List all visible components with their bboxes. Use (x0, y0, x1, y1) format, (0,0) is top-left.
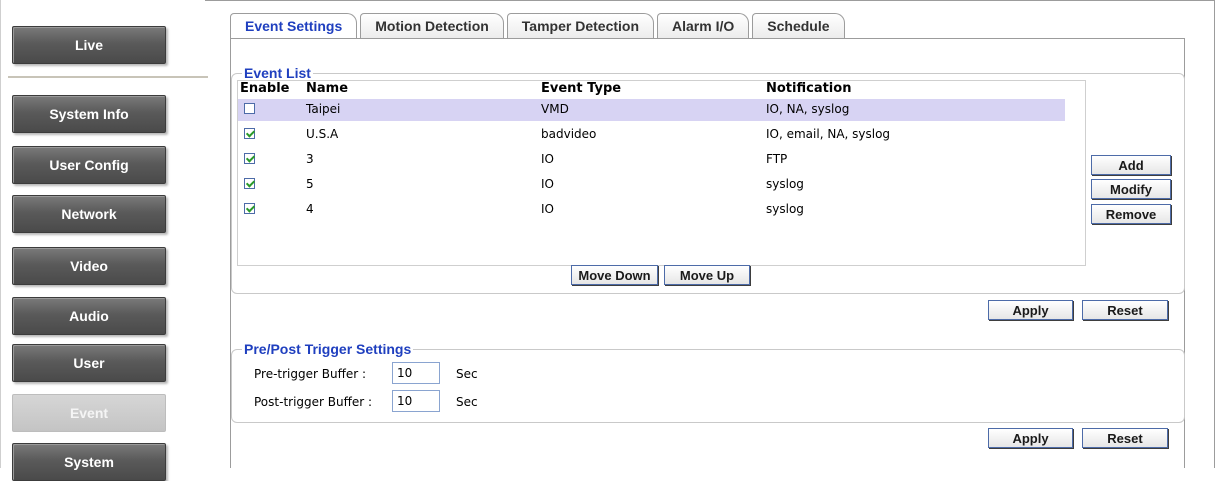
table-row[interactable]: 5 IO syslog (238, 174, 1065, 196)
pre-trigger-input[interactable]: 10 (392, 362, 440, 384)
add-button[interactable]: Add (1091, 155, 1171, 175)
post-trigger-unit: Sec (456, 395, 478, 409)
trigger-settings-group: Pre/Post Trigger Settings Pre-trigger Bu… (231, 341, 1185, 423)
main-panel: Event Settings Motion Detection Tamper D… (205, 0, 1215, 468)
tab-schedule[interactable]: Schedule (752, 13, 845, 38)
left-border (0, 0, 1, 468)
pre-trigger-unit: Sec (456, 367, 478, 381)
reset-button[interactable]: Reset (1082, 300, 1168, 320)
nav-live-button[interactable]: Live (12, 26, 166, 64)
table-row[interactable]: U.S.A badvideo IO, email, NA, syslog (238, 124, 1065, 146)
row-notification: FTP (766, 152, 788, 166)
pre-trigger-label: Pre-trigger Buffer : (254, 367, 367, 381)
enable-checkbox[interactable] (244, 153, 255, 164)
nav-user-button[interactable]: User (12, 344, 166, 382)
nav-divider (8, 76, 208, 78)
nav-system-info-button[interactable]: System Info (12, 95, 166, 133)
nav-event-button[interactable]: Event (12, 394, 166, 432)
row-notification: IO, NA, syslog (766, 102, 850, 116)
event-list-group: Event List Enable Name Event Type Notifi… (231, 65, 1185, 294)
header-name: Name (306, 81, 349, 96)
row-notification: syslog (766, 202, 804, 216)
header-event-type: Event Type (541, 81, 622, 96)
reset-button[interactable]: Reset (1082, 428, 1168, 448)
post-trigger-label: Post-trigger Buffer : (254, 395, 373, 409)
post-trigger-input[interactable]: 10 (392, 390, 440, 412)
left-navigation: Live System Info User Config Network Vid… (0, 0, 208, 481)
move-down-button[interactable]: Move Down (571, 265, 658, 285)
event-settings-content: Event List Enable Name Event Type Notifi… (230, 38, 1185, 468)
nav-video-button[interactable]: Video (12, 247, 166, 285)
row-name: 4 (306, 202, 314, 216)
row-name: Taipei (306, 102, 341, 116)
nav-network-button[interactable]: Network (12, 195, 166, 233)
nav-system-button[interactable]: System (12, 443, 166, 481)
table-row[interactable]: 3 IO FTP (238, 149, 1065, 171)
trigger-settings-legend: Pre/Post Trigger Settings (242, 341, 414, 357)
move-up-button[interactable]: Move Up (664, 265, 750, 285)
table-row[interactable]: 4 IO syslog (238, 199, 1065, 221)
event-list-box[interactable]: Enable Name Event Type Notification Taip… (237, 80, 1086, 266)
apply-button[interactable]: Apply (988, 428, 1073, 448)
remove-button[interactable]: Remove (1091, 204, 1171, 224)
row-event-type: IO (541, 202, 554, 216)
modify-button[interactable]: Modify (1091, 179, 1171, 199)
tab-motion-detection[interactable]: Motion Detection (360, 13, 504, 38)
enable-checkbox[interactable] (244, 203, 255, 214)
row-event-type: IO (541, 177, 554, 191)
header-enable: Enable (240, 81, 290, 96)
nav-audio-button[interactable]: Audio (12, 297, 166, 335)
enable-checkbox[interactable] (244, 128, 255, 139)
row-notification: IO, email, NA, syslog (766, 127, 891, 141)
row-name: 3 (306, 152, 314, 166)
row-event-type: IO (541, 152, 554, 166)
row-name: U.S.A (306, 127, 339, 141)
tab-alarm-io[interactable]: Alarm I/O (657, 13, 750, 38)
tab-tamper-detection[interactable]: Tamper Detection (506, 13, 655, 38)
table-row[interactable]: Taipei VMD IO, NA, syslog (238, 99, 1065, 121)
enable-checkbox[interactable] (244, 103, 255, 114)
apply-button[interactable]: Apply (988, 300, 1073, 320)
enable-checkbox[interactable] (244, 178, 255, 189)
header-notification: Notification (766, 81, 852, 96)
tab-event-settings[interactable]: Event Settings (230, 13, 358, 38)
row-event-type: badvideo (541, 127, 597, 141)
nav-user-config-button[interactable]: User Config (12, 146, 166, 184)
event-list-legend: Event List (242, 65, 313, 81)
row-name: 5 (306, 177, 314, 191)
row-notification: syslog (766, 177, 804, 191)
tab-bar: Event Settings Motion Detection Tamper D… (230, 13, 848, 39)
row-event-type: VMD (541, 102, 569, 116)
event-list-header: Enable Name Event Type Notification (238, 81, 1085, 99)
